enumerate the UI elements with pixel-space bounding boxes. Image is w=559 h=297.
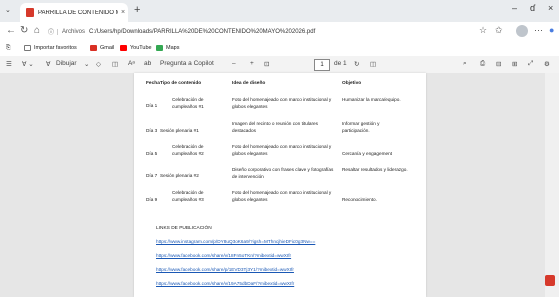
zoom-in-button[interactable]: + bbox=[250, 60, 254, 67]
avatar[interactable] bbox=[516, 25, 528, 37]
link-instagram[interactable]: https://www.instagram.com/p/DY8uQ3oK6a9/… bbox=[156, 239, 315, 244]
fullscreen-icon[interactable]: ⤢ bbox=[528, 60, 533, 68]
tab-pdf[interactable]: PARRILLA DE CONTENIDO MAYO 2 × bbox=[20, 3, 128, 22]
highlight-icon[interactable]: ∀ ⌄ bbox=[22, 60, 34, 68]
header-objetivo: Objetivo bbox=[342, 81, 362, 86]
page-number-input[interactable]: 1 bbox=[314, 59, 330, 71]
import-icon bbox=[24, 45, 31, 51]
cell-objetivo: Informar gestión y participación. bbox=[342, 121, 380, 133]
pdf-page: Fecha Tipo de contenido Idea de diseño O… bbox=[134, 73, 426, 297]
read-aloud-icon[interactable]: Aᵃ bbox=[128, 60, 135, 67]
cell-idea: Diseño corporativo con frases clave y fo… bbox=[232, 167, 334, 179]
bookmark-youtube[interactable]: YouTube bbox=[120, 45, 152, 51]
cell-idea: Foto del homenajeado con marco instituci… bbox=[232, 144, 332, 156]
links-title: LINKS DE PUBLICACIÓN bbox=[156, 226, 212, 231]
header-tipo: Tipo de contenido bbox=[160, 81, 202, 86]
eraser-icon[interactable]: ◇ bbox=[96, 60, 101, 68]
tab-close-icon[interactable]: × bbox=[118, 9, 128, 16]
new-tab-button[interactable]: + bbox=[134, 4, 140, 16]
cell-fecha: Día 9 bbox=[146, 197, 158, 202]
tab-title: PARRILLA DE CONTENIDO MAYO 2 bbox=[38, 9, 118, 16]
bookmark-gmail[interactable]: Gmail bbox=[90, 45, 114, 51]
tab-strip: ⌄ PARRILLA DE CONTENIDO MAYO 2 × + – ɗ × bbox=[0, 0, 559, 22]
cell-objetivo: Resaltar resultados y liderazgo. bbox=[342, 167, 408, 172]
print-icon[interactable]: ⎙ bbox=[480, 60, 485, 68]
cell-tipo: Celebración de cumpleaños #2 bbox=[172, 144, 204, 156]
pdf-toolbar: ☰ ∀ ⌄ ∀ Dibujar ⌄ ◇ ◫ Aᵃ ab Pregunta a C… bbox=[0, 56, 559, 74]
maximize-button[interactable]: ɗ bbox=[530, 3, 535, 13]
close-window-button[interactable]: × bbox=[548, 3, 553, 13]
bookmark-import[interactable]: Importar favoritos bbox=[24, 45, 77, 51]
save-icon[interactable]: ⊟ bbox=[496, 60, 501, 68]
save-as-icon[interactable]: ⊞ bbox=[512, 60, 517, 68]
address-bar: ← ↻ ⌂ ⓘ Archivos C:/Users/hp/Downloads/P… bbox=[0, 22, 559, 41]
cell-tipo: Sesión plenaria #2 bbox=[160, 173, 199, 178]
two-page-icon[interactable]: ◫ bbox=[370, 60, 376, 68]
fit-page-icon[interactable]: ⊡ bbox=[264, 60, 269, 68]
pdf-viewer[interactable]: Fecha Tipo de contenido Idea de diseño O… bbox=[0, 73, 559, 297]
pdf-badge-icon bbox=[545, 275, 555, 286]
cell-fecha: Día 7 bbox=[146, 173, 158, 178]
minimize-button[interactable]: – bbox=[512, 3, 517, 13]
copilot-ask-button[interactable]: Pregunta a Copilot bbox=[160, 60, 214, 67]
home-icon[interactable]: ⌂ bbox=[34, 25, 40, 36]
cell-objetivo: Reconocimiento. bbox=[342, 197, 377, 202]
link-facebook-1[interactable]: https://www.facebook.com/share/v/18Fn5oT… bbox=[156, 253, 291, 258]
draw-icon[interactable]: ∀ bbox=[46, 60, 50, 68]
url-text: C:/Users/hp/Downloads/PARRILLA%20DE%20CO… bbox=[89, 28, 316, 35]
url-field[interactable]: ⓘ Archivos C:/Users/hp/Downloads/PARRILL… bbox=[48, 24, 418, 39]
youtube-icon bbox=[120, 45, 127, 51]
cell-fecha: Día 1 bbox=[146, 103, 158, 108]
pdf-icon bbox=[26, 8, 34, 17]
header-idea: Idea de diseño bbox=[232, 81, 266, 86]
zoom-out-button[interactable]: – bbox=[232, 60, 236, 67]
cell-tipo: Sesión plenaria #1 bbox=[160, 128, 199, 133]
favorite-star-icon[interactable]: ☆ bbox=[479, 25, 487, 36]
back-icon[interactable]: ← bbox=[6, 25, 16, 36]
draw-button[interactable]: Dibujar bbox=[56, 60, 77, 67]
settings-icon[interactable]: ⚙ bbox=[544, 60, 550, 68]
cell-idea: Foto del homenajeado con marco instituci… bbox=[232, 97, 332, 109]
contents-icon[interactable]: ☰ bbox=[6, 60, 12, 68]
gmail-icon bbox=[90, 45, 97, 51]
cell-fecha: Día 5 bbox=[146, 151, 158, 156]
draw-chevron-icon[interactable]: ⌄ bbox=[84, 60, 89, 68]
favorites-icon[interactable]: ✩ bbox=[495, 25, 503, 36]
cell-idea: Foto del homenajeado con marco instituci… bbox=[232, 190, 332, 202]
cell-tipo: Celebración de cumpleaños #1 bbox=[172, 97, 204, 109]
bookmarks-icon[interactable]: ⎘ bbox=[6, 45, 10, 52]
view-icon[interactable]: ◫ bbox=[112, 60, 118, 68]
page-count: de 1 bbox=[334, 60, 347, 67]
bookmark-maps[interactable]: Maps bbox=[156, 45, 179, 51]
search-icon[interactable]: ⌕ bbox=[463, 60, 467, 68]
header-fecha: Fecha bbox=[146, 81, 160, 86]
info-icon: ⓘ bbox=[48, 30, 55, 36]
rotate-icon[interactable]: ↻ bbox=[354, 60, 359, 68]
cell-idea: Imagen del recinto o reunión con titular… bbox=[232, 121, 318, 133]
link-facebook-2[interactable]: https://www.facebook.com/share/p/1EVD3Tj… bbox=[156, 267, 294, 272]
translate-icon[interactable]: ab bbox=[144, 60, 151, 67]
archivos-label: Archivos bbox=[57, 28, 89, 35]
cell-objetivo: Cercanía y engagement bbox=[342, 151, 393, 156]
cell-objetivo: Humanizar la marca/equipo. bbox=[342, 97, 401, 102]
bookmarks-bar: ⎘ Importar favoritos Gmail YouTube Maps bbox=[0, 41, 559, 57]
more-icon[interactable]: ⋯ bbox=[534, 25, 543, 36]
tab-actions-chevron-icon[interactable]: ⌄ bbox=[5, 6, 11, 14]
cell-fecha: Día 3 bbox=[146, 128, 158, 133]
maps-icon bbox=[156, 45, 163, 51]
copilot-icon[interactable]: ● bbox=[549, 25, 554, 35]
scrollbar[interactable] bbox=[545, 73, 559, 297]
cell-tipo: Celebración de cumpleaños #3 bbox=[172, 190, 204, 202]
refresh-icon[interactable]: ↻ bbox=[20, 25, 28, 36]
link-facebook-3[interactable]: https://www.facebook.com/share/v/19A75db… bbox=[156, 281, 294, 286]
